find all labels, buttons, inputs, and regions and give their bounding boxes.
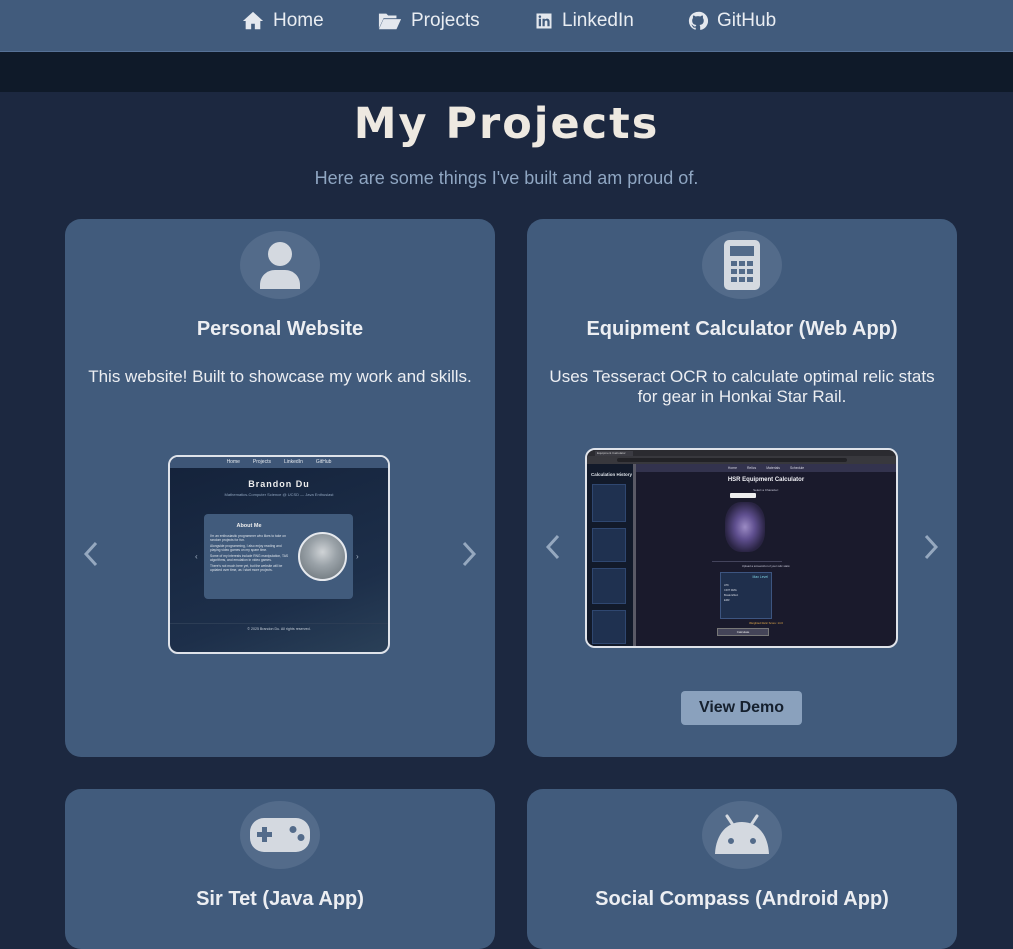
preview-divider bbox=[170, 623, 388, 624]
preview-chevron-left-icon: ‹ bbox=[195, 552, 198, 561]
project-icon-circle bbox=[702, 231, 782, 299]
page-title: My Projects bbox=[353, 99, 660, 149]
view-demo-button[interactable]: View Demo bbox=[681, 691, 802, 725]
preview-nav-github: GitHub bbox=[315, 459, 332, 465]
home-icon bbox=[242, 11, 264, 30]
carousel-next-button[interactable] bbox=[457, 537, 481, 571]
project-icon-circle bbox=[702, 801, 782, 869]
preview-character-art bbox=[725, 502, 765, 552]
preview-character-select bbox=[730, 493, 756, 498]
preview-upload-label: Upload a screenshot of your relic stats: bbox=[741, 564, 791, 568]
chevron-left-icon bbox=[83, 541, 98, 567]
preview-app-nav-relics: Relics bbox=[746, 466, 757, 470]
page-subtitle: Here are some things I've built and am p… bbox=[314, 168, 699, 188]
preview-nav-linkedin: LinkedIn bbox=[283, 459, 303, 465]
calculator-icon bbox=[724, 240, 760, 290]
nav-home-link[interactable]: Home bbox=[242, 0, 324, 42]
preview-weighted-score: Weighted Relic Score: 14.6 bbox=[749, 621, 783, 625]
preview-heading: HSR Equipment Calculator bbox=[727, 477, 805, 483]
preview-stat-list: ATK CRIT DMG Break Effect ERR bbox=[724, 583, 768, 603]
preview-select-label: Select a Character: bbox=[753, 488, 779, 492]
header-strip bbox=[0, 52, 1013, 92]
nav-github-link[interactable]: GitHub bbox=[688, 0, 776, 42]
preview-app-nav-schedule: Schedule bbox=[789, 466, 805, 470]
preview-name: Brandon Du bbox=[248, 479, 310, 489]
project-screenshot[interactable]: Equipment Calculator Calculation History… bbox=[585, 448, 898, 648]
preview-app-nav-home: Home bbox=[727, 466, 737, 470]
linkedin-icon bbox=[536, 13, 552, 29]
project-title: Personal Website bbox=[196, 318, 364, 340]
carousel-prev-button[interactable] bbox=[79, 537, 103, 571]
project-icon-circle bbox=[240, 801, 320, 869]
preview-chevron-right-icon: › bbox=[356, 552, 359, 561]
preview-divider bbox=[712, 561, 782, 562]
github-icon bbox=[688, 11, 708, 30]
preview-about-p4: There's not much here yet, but the websi… bbox=[210, 564, 283, 572]
preview-history-heading: Calculation History bbox=[591, 472, 633, 477]
preview-avatar bbox=[298, 532, 347, 581]
preview-address-bar bbox=[587, 456, 896, 464]
chevron-right-icon bbox=[924, 534, 939, 560]
project-title: Sir Tet (Java App) bbox=[196, 888, 364, 910]
project-card-sir-tet: Sir Tet (Java App) bbox=[65, 789, 495, 949]
preview-url-field bbox=[617, 458, 847, 462]
preview-about-card: About Me I'm an enthusiastic programmer … bbox=[195, 514, 359, 599]
project-icon-circle bbox=[240, 231, 320, 299]
nav-linkedin-label: LinkedIn bbox=[562, 10, 634, 31]
preview-history-entry bbox=[592, 528, 626, 562]
project-description: This website! Built to showcase my work … bbox=[88, 367, 472, 386]
project-title: Social Compass (Android App) bbox=[595, 888, 889, 910]
preview-about-p2: Alongside programming, I also enjoy read… bbox=[210, 544, 282, 552]
user-icon bbox=[260, 242, 300, 289]
nav-linkedin-link[interactable]: LinkedIn bbox=[535, 0, 634, 42]
preview-history-entry bbox=[592, 568, 626, 604]
project-title: Equipment Calculator (Web App) bbox=[586, 318, 898, 340]
nav-projects-label: Projects bbox=[411, 10, 480, 31]
top-navbar: Home Projects LinkedIn GitHub bbox=[0, 0, 1013, 52]
preview-about-p3: Some of my interests include RNG manipul… bbox=[210, 554, 289, 562]
preview-nav-projects: Projects bbox=[252, 459, 271, 465]
project-card-equipment-calculator: Equipment Calculator (Web App) Uses Tess… bbox=[527, 219, 957, 757]
preview-navbar: Home Projects LinkedIn GitHub bbox=[170, 457, 388, 468]
preview-stats-panel: Max Level ATK CRIT DMG Break Effect ERR bbox=[720, 572, 772, 619]
preview-history-entry bbox=[592, 610, 626, 644]
project-card-social-compass: Social Compass (Android App) bbox=[527, 789, 957, 949]
preview-about-text: I'm an enthusiastic programmer who likes… bbox=[210, 534, 290, 572]
chevron-left-icon bbox=[545, 534, 560, 560]
carousel-prev-button[interactable] bbox=[541, 530, 565, 564]
folder-open-icon bbox=[378, 13, 402, 30]
nav-github-label: GitHub bbox=[717, 10, 777, 31]
preview-nav-home: Home bbox=[226, 459, 240, 465]
project-card-personal-website: Personal Website This website! Built to … bbox=[65, 219, 495, 757]
nav-projects-link[interactable]: Projects bbox=[378, 0, 480, 42]
preview-history-entry bbox=[592, 484, 626, 522]
project-description: Uses Tesseract OCR to calculate optimal … bbox=[549, 367, 935, 406]
chevron-right-icon bbox=[462, 541, 477, 567]
gamepad-icon bbox=[250, 818, 310, 852]
preview-app-nav-materials: Materials bbox=[766, 466, 780, 470]
preview-about-p1: I'm an enthusiastic programmer who likes… bbox=[210, 534, 286, 542]
carousel-next-button[interactable] bbox=[919, 530, 943, 564]
preview-footer: © 2025 Brandon Du. All rights reserved. bbox=[247, 627, 311, 631]
preview-stat: ERR bbox=[724, 599, 730, 602]
preview-max-level: Max Level bbox=[752, 575, 768, 579]
nav-home-label: Home bbox=[273, 10, 324, 31]
preview-tagline: Mathematics-Computer Science @ UCSD — Ja… bbox=[224, 492, 334, 497]
preview-calculate-button: Calculate bbox=[717, 628, 769, 636]
preview-history-sidebar: Calculation History bbox=[587, 464, 633, 646]
preview-app-nav: Home Relics Materials Schedule bbox=[636, 464, 896, 472]
android-icon bbox=[715, 814, 769, 854]
preview-about-heading: About Me bbox=[236, 523, 262, 529]
project-screenshot[interactable]: Home Projects LinkedIn GitHub Brandon Du… bbox=[168, 455, 390, 654]
